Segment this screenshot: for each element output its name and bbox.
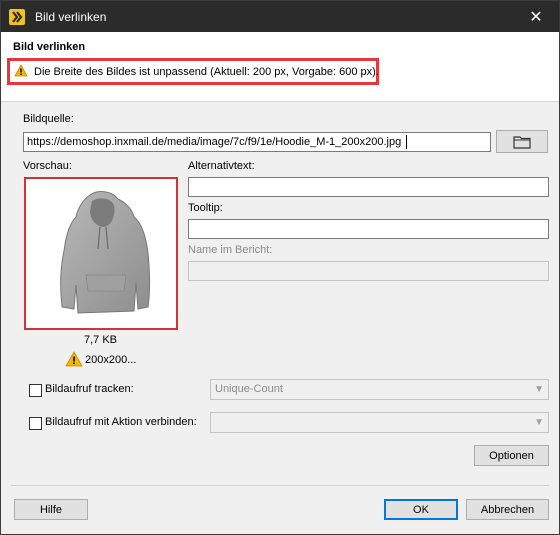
image-size: 7,7 KB bbox=[84, 334, 118, 346]
help-button-label: Hilfe bbox=[39, 503, 62, 516]
text-caret bbox=[406, 135, 407, 149]
hoodie-image bbox=[60, 191, 150, 314]
tooltip-input[interactable] bbox=[188, 219, 549, 239]
chevron-down-icon: ▼ bbox=[534, 417, 544, 428]
track-mode-select: Unique-Count ▼ bbox=[210, 379, 549, 400]
cancel-button[interactable]: Abbrechen bbox=[466, 499, 549, 520]
alt-text-input[interactable] bbox=[188, 177, 549, 197]
chevron-down-icon: ▼ bbox=[534, 384, 544, 395]
image-source-label: Bildquelle: bbox=[23, 113, 74, 125]
image-source-input[interactable]: https://demoshop.inxmail.de/media/image/… bbox=[23, 132, 491, 152]
close-button[interactable]: ✕ bbox=[513, 1, 559, 32]
close-icon: ✕ bbox=[529, 8, 543, 26]
track-mode-value: Unique-Count bbox=[215, 383, 283, 395]
ok-button-label: OK bbox=[413, 503, 429, 516]
action-checkbox[interactable] bbox=[29, 417, 42, 430]
ok-button[interactable]: OK bbox=[384, 499, 458, 520]
image-preview bbox=[24, 177, 178, 330]
help-button[interactable]: Hilfe bbox=[14, 499, 88, 520]
tooltip-label: Tooltip: bbox=[188, 202, 223, 214]
window-title: Bild verlinken bbox=[35, 10, 107, 24]
image-dimensions: 200x200... bbox=[85, 354, 137, 366]
options-button-label: Optionen bbox=[489, 449, 534, 462]
title-bar[interactable]: Bild verlinken ✕ bbox=[1, 1, 559, 32]
report-name-input bbox=[188, 261, 549, 281]
options-button[interactable]: Optionen bbox=[474, 445, 549, 466]
cancel-button-label: Abbrechen bbox=[480, 503, 535, 516]
dialog-header: Bild verlinken Die Breite des Bildes ist… bbox=[1, 32, 559, 102]
browse-folder-button[interactable] bbox=[496, 130, 548, 153]
folder-icon bbox=[513, 135, 531, 149]
track-checkbox[interactable] bbox=[29, 384, 42, 397]
header-title: Bild verlinken bbox=[13, 41, 86, 53]
action-select: ▼ bbox=[210, 412, 549, 433]
alt-text-label: Alternativtext: bbox=[188, 160, 255, 172]
warning-icon bbox=[14, 64, 28, 77]
action-label: Bildaufruf mit Aktion verbinden: bbox=[45, 416, 197, 428]
report-name-label: Name im Bericht: bbox=[188, 244, 273, 256]
image-source-value: https://demoshop.inxmail.de/media/image/… bbox=[27, 136, 402, 148]
track-label: Bildaufruf tracken: bbox=[45, 383, 134, 395]
footer-separator bbox=[11, 485, 549, 486]
dimension-warning-icon bbox=[65, 351, 83, 367]
preview-label: Vorschau: bbox=[23, 160, 72, 172]
dialog-window: Bild verlinken ✕ Bild verlinken Die Brei… bbox=[0, 0, 560, 535]
warning-text: Die Breite des Bildes ist unpassend (Akt… bbox=[34, 66, 379, 78]
warning-message-box: Die Breite des Bildes ist unpassend (Akt… bbox=[7, 58, 379, 85]
app-logo-icon bbox=[9, 9, 25, 25]
